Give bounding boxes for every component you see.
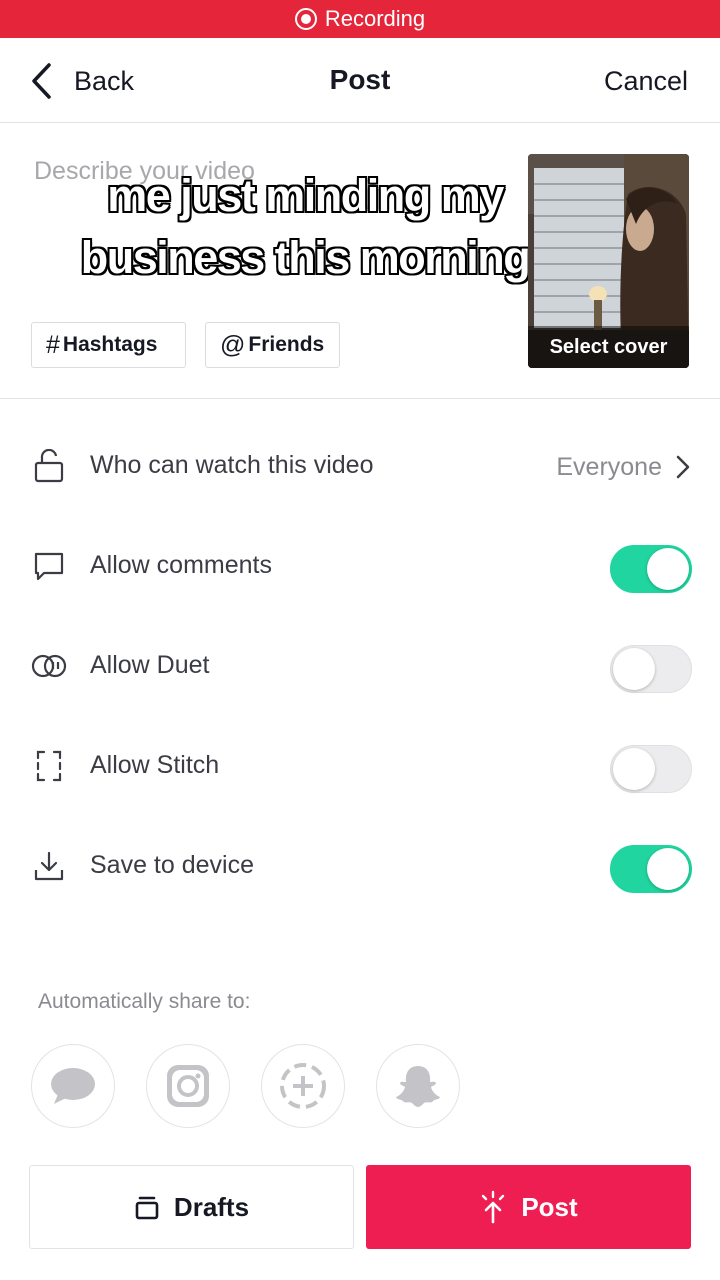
recording-bar[interactable]: Recording [0, 0, 720, 38]
toggle-knob [613, 748, 655, 790]
story-add-icon [280, 1063, 326, 1109]
record-icon [294, 8, 317, 30]
share-messages-button[interactable] [31, 1044, 115, 1128]
friends-label: Friends [248, 333, 325, 356]
back-button[interactable]: Back [30, 62, 134, 100]
back-label: Back [74, 65, 135, 96]
allow-stitch-label: Allow Stitch [90, 751, 220, 779]
post-button[interactable]: Post [366, 1165, 691, 1249]
download-icon [30, 847, 68, 885]
privacy-label: Who can watch this video [90, 451, 374, 479]
comment-icon [30, 547, 68, 585]
toggle-knob [647, 848, 689, 890]
save-to-device-row: Save to device [0, 835, 720, 895]
lock-icon [30, 447, 68, 485]
allow-comments-row: Allow comments [0, 535, 720, 595]
description-area: Describe your video me just minding my b… [0, 123, 720, 399]
select-cover-label: Select cover [528, 326, 689, 368]
hashtag-icon: # [46, 330, 60, 359]
cancel-button[interactable]: Cancel [604, 66, 688, 97]
recording-label: Recording [324, 6, 426, 31]
allow-duet-toggle[interactable] [610, 645, 692, 693]
chevron-right-icon [676, 455, 690, 479]
post-label: Post [521, 1191, 578, 1222]
sparkle-upload-icon [482, 1190, 505, 1224]
video-caption-overlay: me just minding my business this morning [80, 170, 531, 283]
hashtags-button[interactable]: # Hashtags [31, 322, 186, 368]
allow-duet-label: Allow Duet [90, 651, 210, 679]
chevron-left-icon [32, 63, 51, 99]
snapchat-icon [396, 1066, 440, 1107]
stitch-icon [30, 747, 68, 785]
duet-icon [30, 647, 68, 685]
allow-comments-label: Allow comments [90, 551, 272, 579]
select-cover-button[interactable]: Select cover [528, 154, 689, 368]
hashtags-label: Hashtags [62, 333, 158, 356]
instagram-icon [167, 1065, 209, 1107]
allow-duet-row: Allow Duet [0, 635, 720, 695]
share-snapchat-button[interactable] [376, 1044, 460, 1128]
share-instagram-button[interactable] [146, 1044, 230, 1128]
friends-button[interactable]: @ Friends [205, 322, 340, 368]
auto-share-label: Automatically share to: [38, 990, 251, 1013]
privacy-setting-row[interactable]: Who can watch this video Everyone [0, 435, 720, 495]
messages-icon [51, 1068, 95, 1104]
drafts-button[interactable]: Drafts [29, 1165, 354, 1249]
drafts-label: Drafts [173, 1191, 250, 1222]
privacy-value: Everyone [556, 453, 662, 481]
save-to-device-toggle[interactable] [610, 845, 692, 893]
drafts-icon [135, 1196, 159, 1220]
nav-bar: Back Post Cancel [0, 38, 720, 123]
mention-icon: @ [220, 330, 246, 359]
allow-comments-toggle[interactable] [610, 545, 692, 593]
save-to-device-label: Save to device [90, 851, 254, 879]
allow-stitch-toggle[interactable] [610, 745, 692, 793]
allow-stitch-row: Allow Stitch [0, 735, 720, 795]
toggle-knob [613, 648, 655, 690]
toggle-knob [647, 548, 689, 590]
share-story-button[interactable] [261, 1044, 345, 1128]
